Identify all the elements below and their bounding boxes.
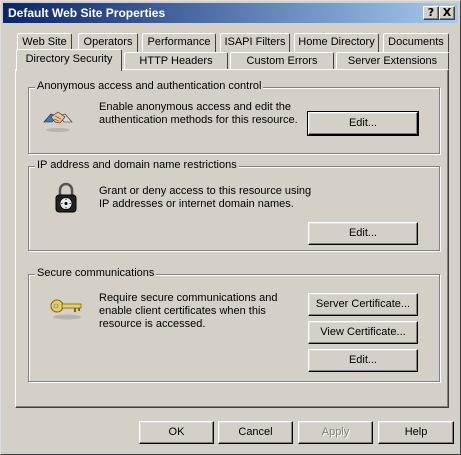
key-icon [49,295,85,324]
close-icon[interactable]: X [439,6,455,20]
anonymous-access-group: Anonymous access and authentication cont… [28,80,440,154]
padlock-icon [53,181,79,218]
help-button[interactable]: Help [378,421,454,444]
tab-documents[interactable]: Documents [383,33,449,52]
tab-home-directory[interactable]: Home Directory [294,33,379,52]
ok-button[interactable]: OK [139,421,214,444]
title-bar[interactable]: Default Web Site Properties ? X [3,3,458,23]
tab-performance[interactable]: Performance [142,33,216,52]
window-title: Default Web Site Properties [8,6,166,20]
ip-restrictions-group-label: IP address and domain name restrictions [35,159,239,171]
secure-communications-description: Require secure communications and enable… [99,292,278,330]
view-certificate-button[interactable]: View Certificate... [308,321,418,344]
ip-restrictions-description: Grant or deny access to this resource us… [99,185,312,210]
anonymous-access-group-label: Anonymous access and authentication cont… [35,80,264,92]
tab-directory-security[interactable]: Directory Security [16,49,122,71]
secure-edit-button[interactable]: Edit... [308,349,418,372]
cancel-button[interactable]: Cancel [218,421,293,444]
handshake-icon [41,102,75,137]
properties-dialog: Default Web Site Properties ? X Web Site… [0,0,461,455]
anonymous-access-description: Enable anonymous access and edit the aut… [99,101,298,126]
directory-security-panel: Anonymous access and authentication cont… [15,69,449,408]
server-certificate-button[interactable]: Server Certificate... [308,293,418,316]
anonymous-edit-button[interactable]: Edit... [307,111,419,136]
help-title-button[interactable]: ? [423,6,439,20]
ip-restrictions-group: IP address and domain name restrictions … [28,159,440,251]
secure-communications-group-label: Secure communications [35,267,157,279]
apply-button[interactable]: Apply [298,421,373,444]
ip-edit-button[interactable]: Edit... [308,222,418,245]
tab-isapi-filters[interactable]: ISAPI Filters [220,33,290,52]
secure-communications-group: Secure communications Require secure com… [28,267,440,382]
